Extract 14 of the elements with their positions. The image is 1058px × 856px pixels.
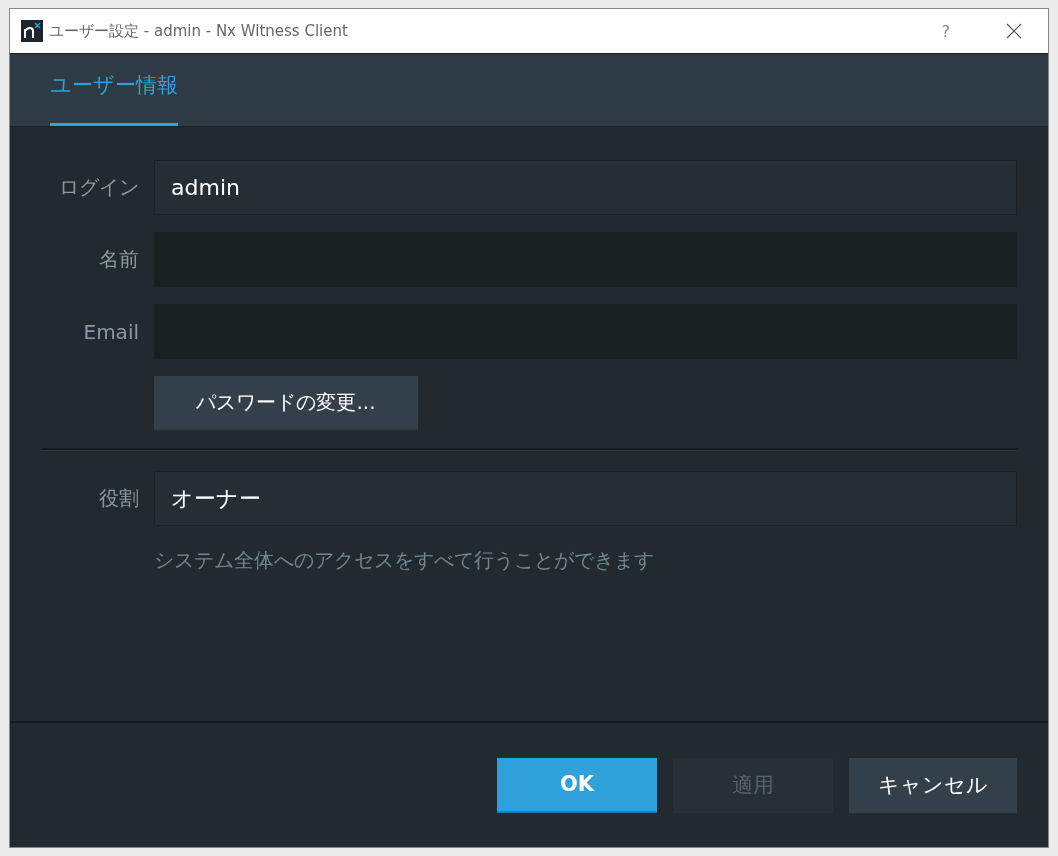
app-logo-icon bbox=[21, 20, 43, 42]
tab[interactable]: ユーザー情報 bbox=[50, 71, 178, 126]
dialog-button[interactable]: キャンセル bbox=[849, 757, 1017, 813]
role-description: システム全体へのアクセスをすべて行うことができます bbox=[154, 547, 654, 574]
close-icon[interactable] bbox=[1006, 23, 1022, 39]
window-title: ユーザー設定 - admin - Nx Witness Client bbox=[49, 21, 349, 41]
help-button[interactable]: ? bbox=[937, 21, 954, 41]
field-label: 名前 bbox=[98, 246, 140, 273]
field-label: 役割 bbox=[98, 485, 140, 512]
change-password-button[interactable]: パスワードの変更... bbox=[154, 376, 418, 431]
field-label: Email bbox=[82, 319, 140, 344]
input-field[interactable]: admin bbox=[154, 160, 1017, 215]
field-label: ログイン bbox=[58, 174, 140, 201]
role-field[interactable]: オーナー bbox=[154, 471, 1017, 526]
